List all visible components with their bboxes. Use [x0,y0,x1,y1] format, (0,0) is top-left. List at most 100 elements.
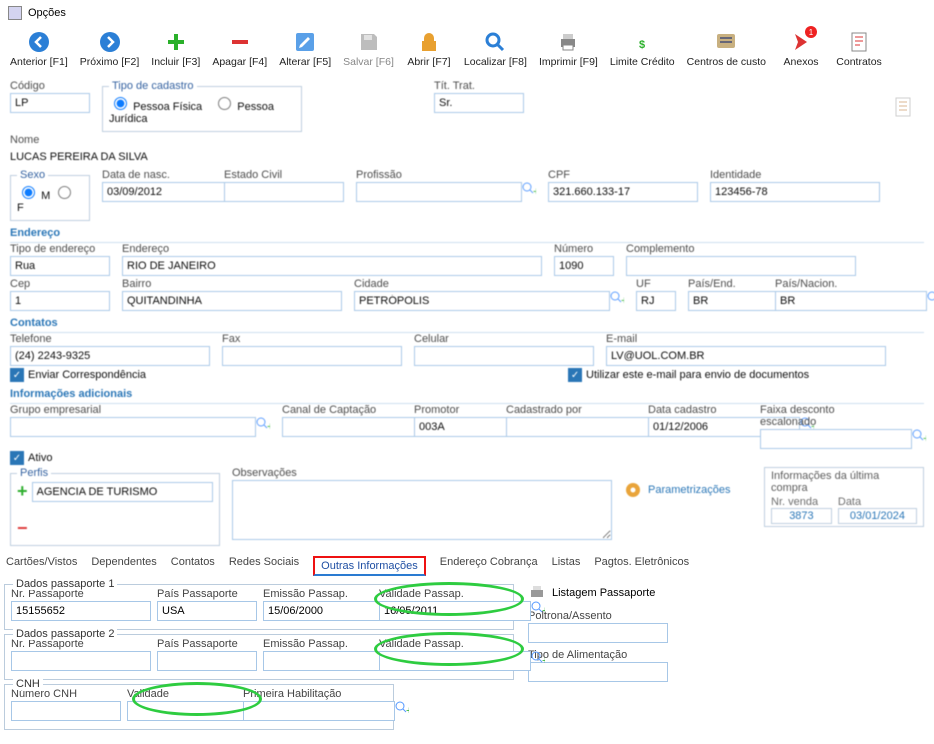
listagem-passaporte-link[interactable]: Listagem Passaporte [528,584,930,602]
cidade-label: Cidade [354,278,624,290]
tab-outras[interactable]: Outras Informações [313,556,426,576]
window-title: Opções [28,7,66,19]
cep-label: Cep [10,278,110,290]
gear-icon [624,481,642,499]
fax-input[interactable] [222,346,402,366]
open-button[interactable]: Abrir [F7] [402,28,456,70]
codigo-input[interactable] [10,93,90,113]
cep-input[interactable] [10,291,110,311]
p2-val-label: Validade Passap. [379,638,489,650]
p1-nr-input[interactable] [11,601,151,621]
p2-emis-label: Emissão Passap. [263,638,373,650]
fax-label: Fax [222,333,402,345]
lookup-icon[interactable]: + [531,601,545,615]
ident-label: Identidade [710,169,880,181]
poltrona-label: Poltrona/Assento [528,610,668,622]
promotor-label: Promotor [414,404,494,416]
pessoa-fisica-radio[interactable]: Pessoa Física [109,101,202,113]
bairro-input[interactable] [122,291,342,311]
tab-dependentes[interactable]: Dependentes [91,556,156,576]
ident-input[interactable] [710,182,880,202]
lookup-icon[interactable]: + [395,701,409,715]
faixa-label: Faixa desconto escalonado [760,404,890,428]
ultvenda-nr[interactable]: 3873 [771,508,832,524]
faixa-input[interactable] [760,429,912,449]
attachments-badge: 1 [805,26,817,38]
tipoend-select[interactable]: Rua [10,256,110,276]
contatos-section: Contatos [10,314,924,333]
param-link[interactable]: Parametrizações [624,481,731,499]
numero-input[interactable] [554,256,614,276]
edit-button[interactable]: Alterar [F5] [275,28,335,70]
passaporte1-group: Dados passaporte 1 Nr. Passaporte País P… [4,584,514,630]
alim-input[interactable] [528,662,668,682]
cost-centers-button[interactable]: Centros de custo [683,28,770,70]
include-button[interactable]: Incluir [F3] [147,28,204,70]
p2-val-input[interactable] [379,651,531,671]
find-button[interactable]: Localizar [F8] [460,28,531,70]
add-icon[interactable]: + [17,481,28,502]
tab-listas[interactable]: Listas [552,556,581,576]
lookup-icon[interactable]: + [912,429,926,443]
tab-pagtos[interactable]: Pagtos. Eletrônicos [594,556,689,576]
grupo-input[interactable] [10,417,256,437]
ultvenda-dt[interactable]: 03/01/2024 [838,508,917,524]
remove-icon[interactable]: − [17,518,28,538]
cnh-prim-input[interactable] [243,701,395,721]
canal-input[interactable] [282,417,434,437]
cnh-num-input[interactable] [11,701,121,721]
enviar-corr-checkbox[interactable]: ✓Enviar Correspondência [10,368,146,382]
lookup-icon[interactable]: + [522,182,536,196]
next-button[interactable]: Próximo [F2] [76,28,144,70]
cidade-input[interactable] [354,291,610,311]
ativo-checkbox[interactable]: ✓Ativo [10,451,52,465]
delete-button[interactable]: Apagar [F4] [208,28,271,70]
tab-cartoes[interactable]: Cartões/Vistos [6,556,77,576]
print-button[interactable]: Imprimir [F9] [535,28,602,70]
lookup-icon[interactable]: + [256,417,270,431]
nasc-label: Data de nasc. [102,169,212,181]
cpf-label: CPF [548,169,698,181]
endereco-input[interactable] [122,256,542,276]
tel-label: Telefone [10,333,210,345]
p2-pais-input[interactable] [157,651,257,671]
lookup-icon[interactable]: + [927,291,934,305]
lookup-icon[interactable]: + [531,651,545,665]
compl-input[interactable] [626,256,856,276]
paisnac-input[interactable] [775,291,927,311]
tab-redes[interactable]: Redes Sociais [229,556,299,576]
credit-limit-button[interactable]: $Limite Crédito [606,28,679,70]
cnh-prim-label: Primeira Habilitação [243,688,373,700]
prof-input[interactable] [356,182,522,202]
cel-input[interactable] [414,346,594,366]
estciv-select[interactable] [224,182,344,202]
uf-input[interactable] [636,291,676,311]
nome-value [10,147,910,167]
email-input[interactable] [606,346,886,366]
dtcad-label: Data cadastro [648,404,748,416]
tel-input[interactable] [10,346,210,366]
tittrat-label: Tít. Trat. [434,80,524,92]
p1-val-input[interactable] [379,601,531,621]
obs-label: Observações [232,467,612,479]
contracts-button[interactable]: Contratos [832,28,886,70]
tab-endcob[interactable]: Endereço Cobrança [440,556,538,576]
svg-text:+: + [406,705,409,715]
p1-val-label: Validade Passap. [379,588,489,600]
codigo-label: Código [10,80,90,92]
perfis-input[interactable] [32,482,213,502]
lookup-icon[interactable]: + [610,291,624,305]
tittrat-select[interactable]: Sr. [434,93,524,113]
sexo-m-radio[interactable]: M [17,190,50,202]
poltrona-input[interactable] [528,623,668,643]
attachments-button[interactable]: 1Anexos [774,28,828,70]
uf-label: UF [636,278,676,290]
tab-contatos[interactable]: Contatos [171,556,215,576]
prev-button[interactable]: Anterior [F1] [6,28,72,70]
cadpor-input[interactable] [506,417,658,437]
obs-textarea[interactable] [232,480,612,540]
email-docs-checkbox[interactable]: ✓Utilizar este e-mail para envio de docu… [568,368,809,382]
p2-nr-input[interactable] [11,651,151,671]
p1-pais-input[interactable] [157,601,257,621]
cpf-input[interactable] [548,182,698,202]
